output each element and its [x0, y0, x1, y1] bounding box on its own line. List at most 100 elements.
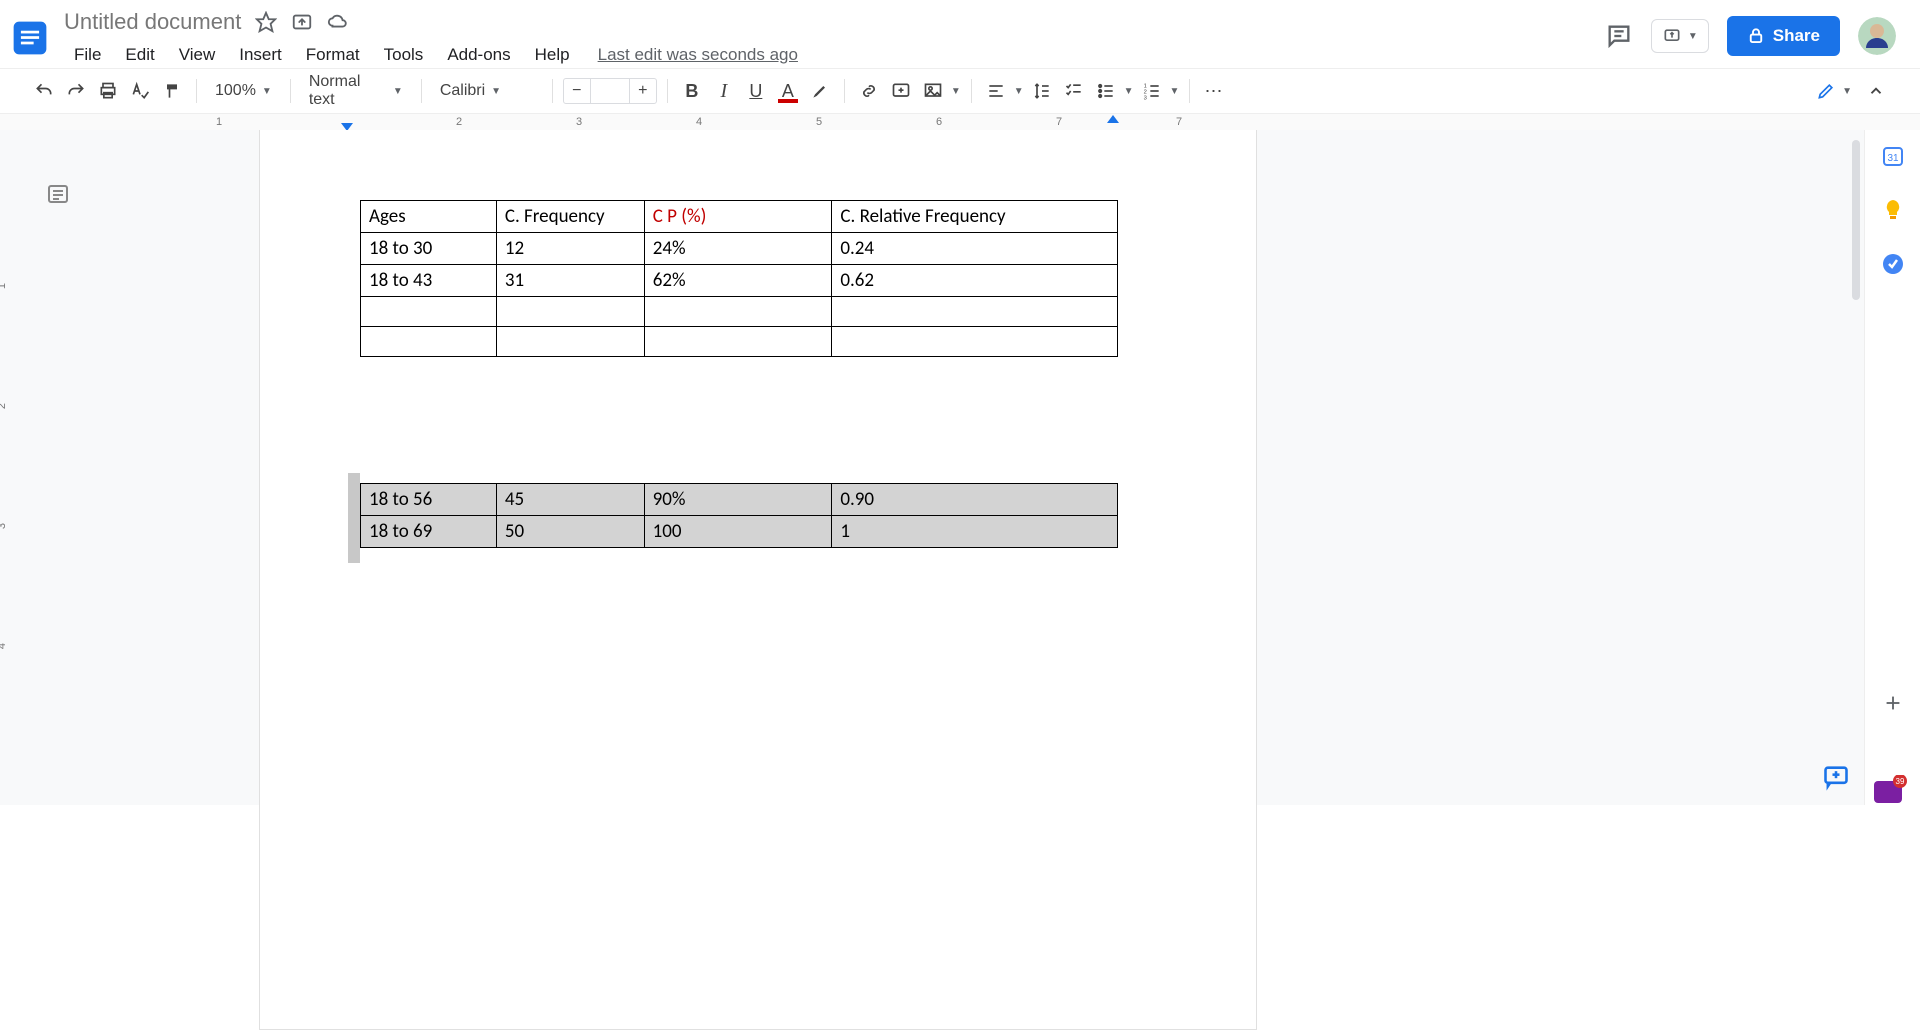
- table-cell[interactable]: 0.62: [832, 265, 1118, 297]
- selection-handle[interactable]: [348, 473, 360, 563]
- line-spacing-button[interactable]: [1028, 77, 1056, 105]
- table-cell[interactable]: [361, 327, 497, 357]
- add-comment-button[interactable]: [887, 77, 915, 105]
- chevron-down-icon: ▼: [1842, 86, 1852, 97]
- more-options-button[interactable]: ⋯: [1200, 77, 1228, 105]
- table-cell[interactable]: 1: [832, 516, 1118, 548]
- vertical-scrollbar[interactable]: [1852, 140, 1860, 300]
- menu-format[interactable]: Format: [296, 43, 370, 67]
- table-header-cell[interactable]: C P (%): [644, 201, 832, 233]
- chevron-down-icon: ▼: [262, 86, 272, 97]
- table-cell[interactable]: 18 to 43: [361, 265, 497, 297]
- add-side-panel-button[interactable]: [1881, 691, 1905, 715]
- last-edit-link[interactable]: Last edit was seconds ago: [598, 45, 798, 65]
- table-cell[interactable]: [496, 297, 644, 327]
- checklist-button[interactable]: [1060, 77, 1088, 105]
- menu-help[interactable]: Help: [525, 43, 580, 67]
- zoom-select[interactable]: 100% ▼: [207, 82, 280, 100]
- present-button[interactable]: ▼: [1651, 19, 1709, 53]
- document-title[interactable]: Untitled document: [64, 9, 241, 35]
- table-cell[interactable]: 0.90: [832, 484, 1118, 516]
- table-cell[interactable]: 50: [496, 516, 644, 548]
- insert-image-button[interactable]: [919, 77, 947, 105]
- chevron-down-icon[interactable]: ▼: [1014, 86, 1024, 97]
- hide-menus-button[interactable]: [1862, 77, 1890, 105]
- menu-view[interactable]: View: [169, 43, 226, 67]
- document-outline-button[interactable]: [46, 182, 70, 206]
- document-page[interactable]: Ages C. Frequency C P (%) C. Relative Fr…: [259, 130, 1257, 1030]
- share-button[interactable]: Share: [1727, 16, 1840, 56]
- align-button[interactable]: [982, 77, 1010, 105]
- table-cell[interactable]: 24%: [644, 233, 832, 265]
- table-header-cell[interactable]: C. Frequency: [496, 201, 644, 233]
- bulleted-list-button[interactable]: [1092, 77, 1120, 105]
- table-cell[interactable]: [361, 297, 497, 327]
- add-comment-fab[interactable]: [1822, 763, 1850, 791]
- print-button[interactable]: [94, 77, 122, 105]
- vertical-ruler[interactable]: 1 2 3 4: [0, 130, 20, 805]
- italic-button[interactable]: I: [710, 77, 738, 105]
- table-cell[interactable]: [832, 297, 1118, 327]
- menu-edit[interactable]: Edit: [115, 43, 164, 67]
- editing-mode-button[interactable]: ▼: [1816, 81, 1852, 101]
- menu-file[interactable]: File: [64, 43, 111, 67]
- font-size-input[interactable]: [590, 79, 630, 103]
- docs-home-icon[interactable]: [8, 8, 52, 68]
- paint-format-button[interactable]: [158, 77, 186, 105]
- chevron-down-icon[interactable]: ▼: [1170, 86, 1180, 97]
- table-cell[interactable]: 100: [644, 516, 832, 548]
- zoom-value: 100%: [215, 82, 256, 100]
- ruler-tick: 7: [1056, 116, 1062, 128]
- move-icon[interactable]: [291, 11, 313, 33]
- cloud-status-icon[interactable]: [327, 11, 349, 33]
- open-comments-icon[interactable]: [1605, 22, 1633, 50]
- share-label: Share: [1773, 26, 1820, 46]
- table-header-cell[interactable]: Ages: [361, 201, 497, 233]
- table-cell[interactable]: [644, 327, 832, 357]
- table-cell[interactable]: [644, 297, 832, 327]
- paragraph-style-select[interactable]: Normal text▼: [301, 73, 411, 109]
- table-cell[interactable]: 18 to 69: [361, 516, 497, 548]
- ruler-tick: 4: [0, 643, 8, 649]
- font-select[interactable]: Calibri▼: [432, 82, 542, 100]
- table-header-cell[interactable]: C. Relative Frequency: [832, 201, 1118, 233]
- table-cell[interactable]: [496, 327, 644, 357]
- ruler-tick: 2: [0, 403, 8, 409]
- table-cell[interactable]: 45: [496, 484, 644, 516]
- keep-side-icon[interactable]: [1881, 198, 1905, 222]
- selected-table-fragment[interactable]: 18 to 56 45 90% 0.90 18 to 69 50 100 1: [360, 483, 1156, 548]
- table-cell[interactable]: 90%: [644, 484, 832, 516]
- table-cell[interactable]: 0.24: [832, 233, 1118, 265]
- bold-button[interactable]: B: [678, 77, 706, 105]
- table-cell[interactable]: 18 to 56: [361, 484, 497, 516]
- menu-addons[interactable]: Add-ons: [437, 43, 520, 67]
- table-cell[interactable]: 12: [496, 233, 644, 265]
- underline-button[interactable]: U: [742, 77, 770, 105]
- star-icon[interactable]: [255, 11, 277, 33]
- redo-button[interactable]: [62, 77, 90, 105]
- explore-button[interactable]: 39: [1874, 775, 1908, 803]
- menu-tools[interactable]: Tools: [374, 43, 434, 67]
- highlight-color-button[interactable]: [806, 77, 834, 105]
- table-cell[interactable]: 31: [496, 265, 644, 297]
- calendar-side-icon[interactable]: 31: [1881, 144, 1905, 168]
- chevron-down-icon[interactable]: ▼: [951, 86, 961, 97]
- table-row: 18 to 30 12 24% 0.24: [361, 233, 1118, 265]
- tasks-side-icon[interactable]: [1881, 252, 1905, 276]
- ruler-tick: 1: [216, 116, 222, 128]
- table-cell[interactable]: 62%: [644, 265, 832, 297]
- chevron-down-icon[interactable]: ▼: [1124, 86, 1134, 97]
- frequency-table[interactable]: Ages C. Frequency C P (%) C. Relative Fr…: [360, 200, 1118, 357]
- menu-insert[interactable]: Insert: [229, 43, 292, 67]
- right-margin-marker[interactable]: [1107, 115, 1119, 123]
- decrease-font-button[interactable]: −: [564, 82, 590, 100]
- increase-font-button[interactable]: +: [630, 82, 656, 100]
- table-cell[interactable]: [832, 327, 1118, 357]
- table-cell[interactable]: 18 to 30: [361, 233, 497, 265]
- numbered-list-button[interactable]: 123: [1138, 77, 1166, 105]
- text-color-button[interactable]: A: [774, 77, 802, 105]
- undo-button[interactable]: [30, 77, 58, 105]
- account-avatar[interactable]: [1858, 17, 1896, 55]
- spellcheck-button[interactable]: [126, 77, 154, 105]
- insert-link-button[interactable]: [855, 77, 883, 105]
